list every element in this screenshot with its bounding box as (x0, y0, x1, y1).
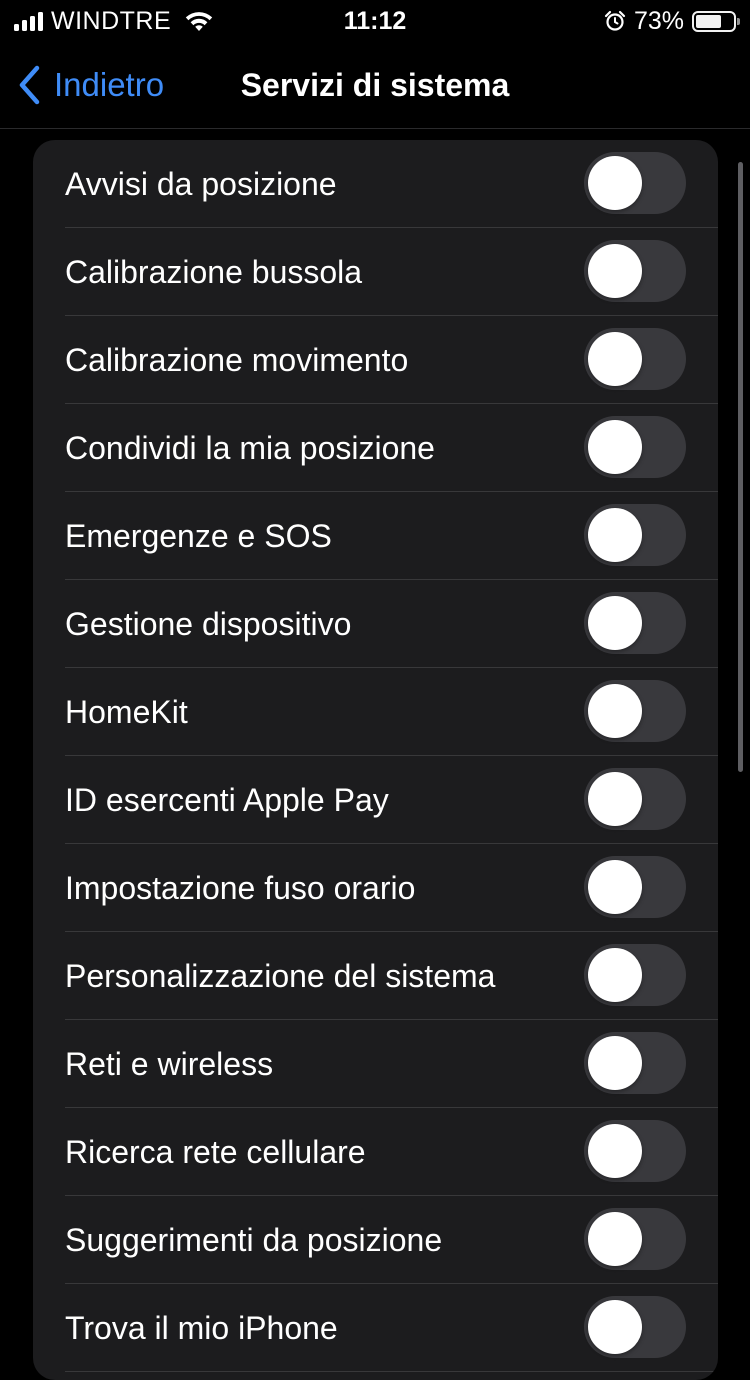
toggle-knob (588, 1300, 642, 1354)
navigation-bar: Indietro Servizi di sistema (0, 42, 750, 129)
toggle-knob (588, 332, 642, 386)
page-title: Servizi di sistema (240, 67, 510, 103)
row-separator (65, 1371, 718, 1372)
toggle-knob (588, 596, 642, 650)
list-item-label: Condividi la mia posizione (65, 430, 435, 466)
toggle-switch[interactable] (584, 680, 686, 742)
toggle-switch[interactable] (584, 856, 686, 918)
list-item: Suggerimenti da posizione (33, 1196, 718, 1284)
list-item-label: HomeKit (65, 694, 188, 730)
toggle-switch[interactable] (584, 592, 686, 654)
toggle-switch[interactable] (584, 1032, 686, 1094)
list-item: Calibrazione movimento (33, 316, 718, 404)
toggle-knob (588, 860, 642, 914)
list-item-label: Avvisi da posizione (65, 166, 337, 202)
status-right: 73% (604, 6, 740, 36)
toggle-knob (588, 420, 642, 474)
toggle-switch[interactable] (584, 240, 686, 302)
toggle-switch[interactable] (584, 416, 686, 478)
toggle-switch[interactable] (584, 1296, 686, 1358)
status-bar: WINDTRE 11:12 73% (0, 0, 750, 42)
list-item-label: Reti e wireless (65, 1046, 274, 1082)
list-item-label: Calibrazione movimento (65, 342, 409, 378)
alarm-icon (604, 10, 626, 31)
toggle-knob (588, 1212, 642, 1266)
list-item: Reti e wireless (33, 1020, 718, 1108)
list-item: Gestione dispositivo (33, 580, 718, 668)
list-item-label: Personalizzazione del sistema (65, 958, 496, 994)
list-item: Condividi la mia posizione (33, 404, 718, 492)
list-item-label: Trova il mio iPhone (65, 1310, 338, 1346)
list-item-label: ID esercenti Apple Pay (65, 782, 389, 818)
list-item: Avvisi da posizione (33, 140, 718, 228)
list-item: Impostazione fuso orario (33, 844, 718, 932)
list-item: Trova il mio iPhone (33, 1284, 718, 1372)
list-item-label: Calibrazione bussola (65, 254, 363, 290)
toggle-switch[interactable] (584, 944, 686, 1006)
list-item-label: Ricerca rete cellulare (65, 1134, 366, 1170)
toggle-switch[interactable] (584, 1208, 686, 1270)
list-item-label: Impostazione fuso orario (65, 870, 416, 906)
toggle-knob (588, 508, 642, 562)
toggle-knob (588, 1036, 642, 1090)
toggle-switch[interactable] (584, 1120, 686, 1182)
list-item: ID esercenti Apple Pay (33, 756, 718, 844)
battery-icon (692, 10, 740, 32)
list-item: Ricerca rete cellulare (33, 1108, 718, 1196)
toggle-switch[interactable] (584, 768, 686, 830)
toggle-switch[interactable] (584, 504, 686, 566)
list-item: Calibrazione bussola (33, 228, 718, 316)
list-item: Emergenze e SOS (33, 492, 718, 580)
settings-list: Avvisi da posizione Calibrazione bussola C… (33, 140, 718, 1380)
list-item: HomeKit (33, 668, 718, 756)
list-item-label: Gestione dispositivo (65, 606, 352, 642)
toggle-knob (588, 244, 642, 298)
battery-percentage: 73% (633, 6, 684, 35)
toggle-switch[interactable] (584, 152, 686, 214)
toggle-knob (588, 772, 642, 826)
toggle-knob (588, 156, 642, 210)
toggle-knob (588, 948, 642, 1002)
toggle-knob (588, 684, 642, 738)
toggle-switch[interactable] (584, 328, 686, 390)
list-item: Personalizzazione del sistema (33, 932, 718, 1020)
scrollbar[interactable] (738, 162, 743, 772)
list-item-label: Emergenze e SOS (65, 518, 332, 554)
toggle-knob (588, 1124, 642, 1178)
list-item-label: Suggerimenti da posizione (65, 1222, 443, 1258)
